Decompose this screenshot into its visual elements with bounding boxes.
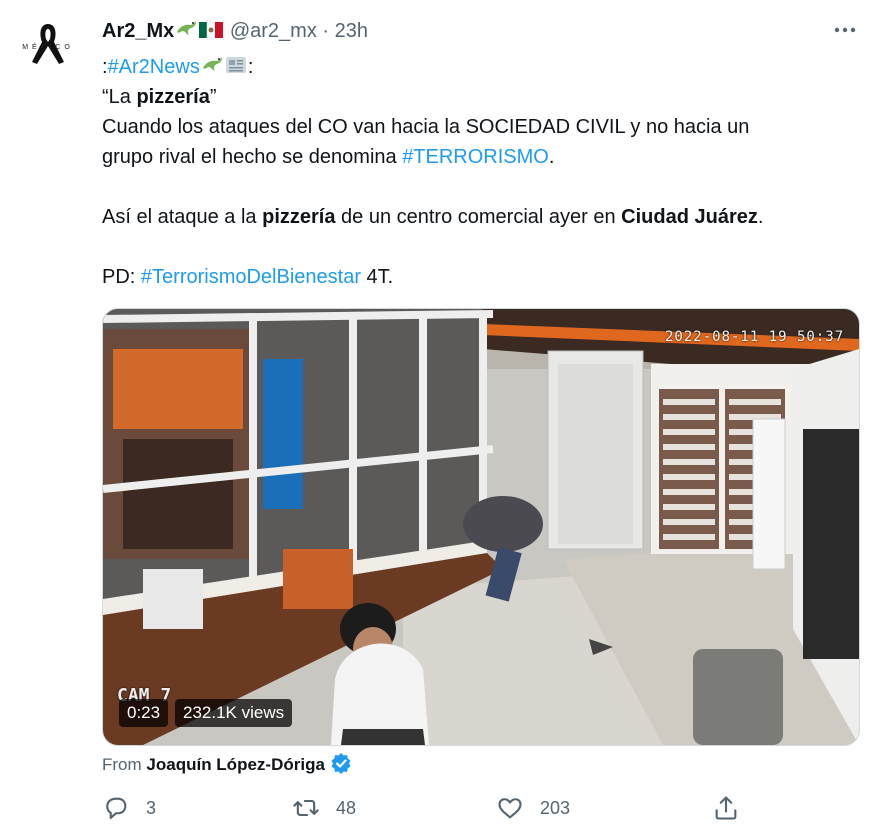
bold-text: Ciudad Juárez (621, 206, 758, 228)
text-fragment: Así el ataque a la (102, 206, 263, 228)
like-icon (498, 798, 522, 819)
black-ribbon-icon (32, 24, 64, 64)
lizard-emoji-icon (174, 18, 198, 47)
text-fragment: : (247, 56, 254, 78)
author-handle[interactable]: @ar2_mx (230, 20, 317, 42)
tweet-line-3: Cuando los ataques del CO van hacia la S… (102, 116, 750, 138)
author-name[interactable]: Ar2_Mx (102, 20, 174, 42)
reply-icon (106, 797, 127, 819)
video-frame (103, 309, 859, 745)
avatar-text: MÉXICO (22, 44, 74, 51)
text-fragment: de un centro comercial ayer en (335, 206, 622, 228)
tweet-line-1: :#Ar2News: (102, 52, 862, 82)
tweet-line-2: “La pizzería” (102, 82, 862, 112)
video-player[interactable]: 2022-08-11 19 50:37 CAM 7 0:23 232.1K vi… (102, 308, 860, 746)
bold-text: pizzería (262, 206, 336, 228)
video-duration-badge: 0:23 (119, 699, 169, 727)
video-views-badge: 232.1K views (175, 699, 293, 727)
hashtag-terrorismo[interactable]: #TERRORISMO (402, 146, 549, 168)
tweet-header: Ar2_Mx @ar2_mx · 23h (102, 18, 368, 47)
hashtag-ar2news[interactable]: #Ar2News (108, 56, 200, 78)
mexico-flag-emoji-icon (198, 20, 224, 47)
like-button[interactable]: 203 (496, 790, 570, 826)
retweet-icon (293, 799, 319, 817)
bold-text: pizzería (136, 86, 210, 108)
text-fragment: ” (209, 86, 217, 108)
text-fragment: . (757, 206, 764, 228)
reply-count: 3 (146, 797, 157, 818)
hashtag-terrorismodelbienestar[interactable]: #TerrorismoDelBienestar (141, 266, 361, 288)
separator: · (322, 20, 330, 42)
more-options-button[interactable] (831, 18, 859, 42)
video-timestamp-overlay: 2022-08-11 19 50:37 (665, 329, 845, 345)
share-icon (715, 796, 737, 820)
action-bar: 3 48 203 (102, 790, 862, 826)
retweet-button[interactable]: 48 (292, 790, 356, 826)
tweet-time[interactable]: 23h (335, 20, 368, 42)
reply-button[interactable]: 3 (102, 790, 156, 826)
tweet-line-4: grupo rival el hecho se denomina #TERROR… (102, 142, 862, 172)
tweet-text: :#Ar2News: “La pizzería” Cuando los ataq… (102, 52, 862, 292)
text-fragment: . (548, 146, 555, 168)
text-fragment: “La (102, 86, 137, 108)
like-count: 203 (540, 797, 571, 818)
source-label: From (102, 755, 142, 774)
more-icon (834, 27, 856, 33)
text-fragment: 4T. (360, 266, 394, 288)
tweet-line-5: Así el ataque a la pizzería de un centro… (102, 202, 862, 232)
newspaper-emoji-icon (224, 54, 248, 85)
avatar[interactable]: MÉXICO (20, 14, 76, 70)
source-name[interactable]: Joaquín López-Dóriga (146, 755, 325, 774)
text-fragment: grupo rival el hecho se denomina (102, 146, 403, 168)
retweet-count: 48 (336, 797, 357, 818)
verified-badge-icon (330, 752, 352, 781)
video-source: From Joaquín López-Dóriga (102, 752, 352, 781)
share-button[interactable] (712, 790, 756, 826)
tweet-line-6: PD: #TerrorismoDelBienestar 4T. (102, 262, 862, 292)
text-fragment: PD: (102, 266, 141, 288)
lizard-emoji-icon (200, 54, 224, 85)
